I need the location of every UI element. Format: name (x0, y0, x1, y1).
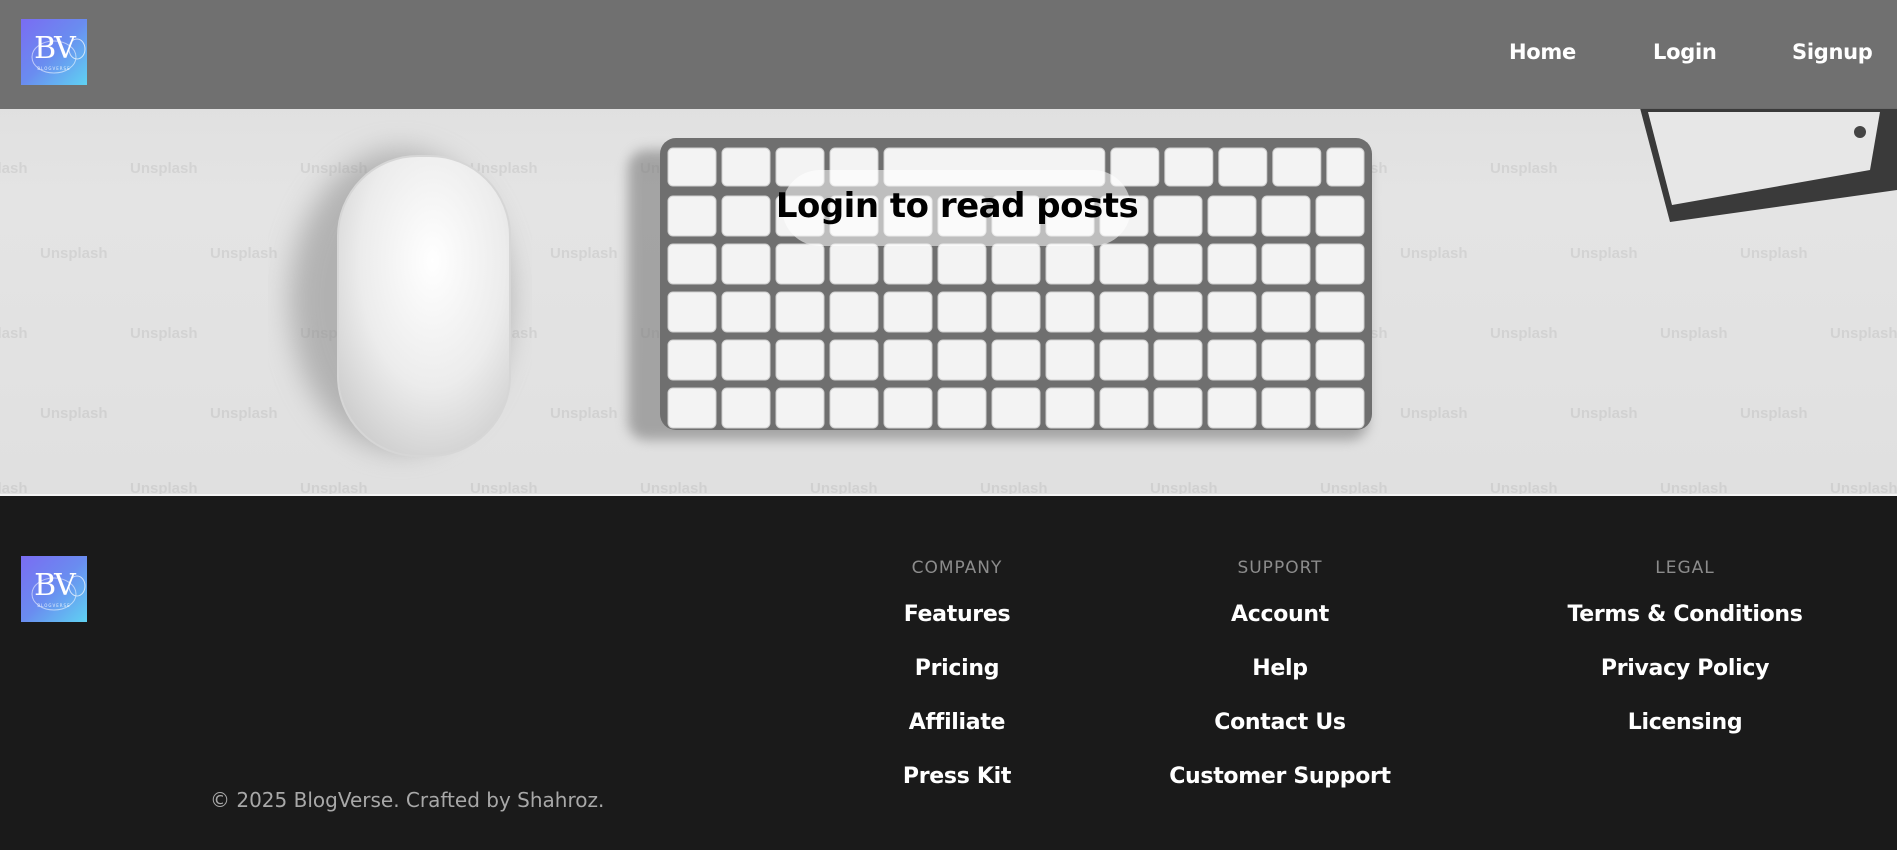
keyboard-key (1315, 291, 1365, 333)
logo-subtext: BLOGVERSE (37, 66, 71, 71)
footer-link-pricing[interactable]: Pricing (857, 656, 1057, 681)
keyboard-key (775, 387, 825, 429)
copyright-text: © 2025 BlogVerse. Crafted by Shahroz. (210, 788, 605, 812)
keyboard-key (1315, 243, 1365, 285)
keyboard-key (883, 387, 933, 429)
keyboard-key (991, 291, 1041, 333)
keyboard-key (1045, 291, 1095, 333)
keyboard-key (991, 387, 1041, 429)
keyboard-key (1153, 339, 1203, 381)
footer-column-heading: LEGAL (1655, 558, 1715, 578)
keyboard-key (1099, 243, 1149, 285)
keyboard-key (991, 339, 1041, 381)
keyboard-key (1326, 147, 1365, 187)
footer-brand-logo[interactable]: BV BLOGVERSE (21, 556, 87, 622)
keyboard-key (883, 339, 933, 381)
footer-column-heading: COMPANY (911, 558, 1003, 578)
logo-subtext: BLOGVERSE (37, 603, 71, 608)
keyboard-key (1218, 147, 1268, 187)
keyboard-key (775, 243, 825, 285)
keyboard-key (883, 243, 933, 285)
keyboard-key (1099, 387, 1149, 429)
keyboard-key (1099, 291, 1149, 333)
keyboard-key (667, 291, 717, 333)
keyboard-key (721, 243, 771, 285)
keyboard-key (829, 291, 879, 333)
keyboard-key (1045, 387, 1095, 429)
logo-text: BV (34, 31, 76, 66)
nav-login-link[interactable]: Login (1653, 40, 1717, 64)
logo-text: BV (34, 568, 76, 603)
keyboard-key (1315, 339, 1365, 381)
keyboard-key (937, 243, 987, 285)
keyboard-key (937, 339, 987, 381)
footer-link-features[interactable]: Features (857, 602, 1057, 627)
keyboard-key (1272, 147, 1322, 187)
keyboard-key (667, 339, 717, 381)
footer-link-customer-support[interactable]: Customer Support (1140, 764, 1420, 789)
footer-link-account[interactable]: Account (1140, 602, 1420, 627)
keyboard-key (721, 339, 771, 381)
keyboard-key (1207, 243, 1257, 285)
footer-link-press-kit[interactable]: Press Kit (857, 764, 1057, 789)
navbar: BV BLOGVERSE Home Login Signup (0, 0, 1897, 109)
keyboard-key (1261, 291, 1311, 333)
footer-column-heading: SUPPORT (1237, 558, 1323, 578)
keyboard-key (829, 387, 879, 429)
footer-column-support: SUPPORT Account Help Contact Us Customer… (1140, 558, 1420, 789)
keyboard-key (829, 243, 879, 285)
keyboard-key (829, 339, 879, 381)
keyboard-key (1207, 387, 1257, 429)
keyboard-key (1207, 339, 1257, 381)
keyboard-key (1261, 243, 1311, 285)
keyboard-key (667, 243, 717, 285)
keyboard-key (721, 387, 771, 429)
keyboard-key (1261, 387, 1311, 429)
footer-link-affiliate[interactable]: Affiliate (857, 710, 1057, 735)
keyboard-key (667, 147, 717, 187)
footer-link-licensing[interactable]: Licensing (1535, 710, 1835, 735)
keyboard-key (1261, 339, 1311, 381)
keyboard-key (937, 387, 987, 429)
footer-link-terms[interactable]: Terms & Conditions (1535, 602, 1835, 627)
keyboard-key (1045, 243, 1095, 285)
footer: BV BLOGVERSE © 2025 BlogVerse. Crafted b… (0, 494, 1897, 850)
footer-link-privacy-policy[interactable]: Privacy Policy (1535, 656, 1835, 681)
keyboard-key (1099, 339, 1149, 381)
keyboard-key (775, 339, 825, 381)
keyboard-key (1153, 243, 1203, 285)
footer-link-help[interactable]: Help (1140, 656, 1420, 681)
keyboard-key (721, 291, 771, 333)
nav-home-link[interactable]: Home (1509, 40, 1576, 64)
keyboard-key (1045, 339, 1095, 381)
keyboard-key (667, 387, 717, 429)
hero-title: Login to read posts (775, 186, 1139, 226)
keyboard-key (883, 291, 933, 333)
keyboard-key (1315, 387, 1365, 429)
nav-signup-link[interactable]: Signup (1792, 40, 1873, 64)
keyboard-key (1207, 291, 1257, 333)
keyboard-key (937, 291, 987, 333)
footer-column-legal: LEGAL Terms & Conditions Privacy Policy … (1535, 558, 1835, 735)
keyboard-key (991, 243, 1041, 285)
keyboard-key (1164, 147, 1214, 187)
brand-logo[interactable]: BV BLOGVERSE (21, 19, 87, 85)
keyboard-key (1153, 291, 1203, 333)
footer-column-company: COMPANY Features Pricing Affiliate Press… (857, 558, 1057, 789)
keyboard-key (775, 291, 825, 333)
footer-link-contact-us[interactable]: Contact Us (1140, 710, 1420, 735)
keyboard-key (1153, 387, 1203, 429)
keyboard-key (721, 147, 771, 187)
